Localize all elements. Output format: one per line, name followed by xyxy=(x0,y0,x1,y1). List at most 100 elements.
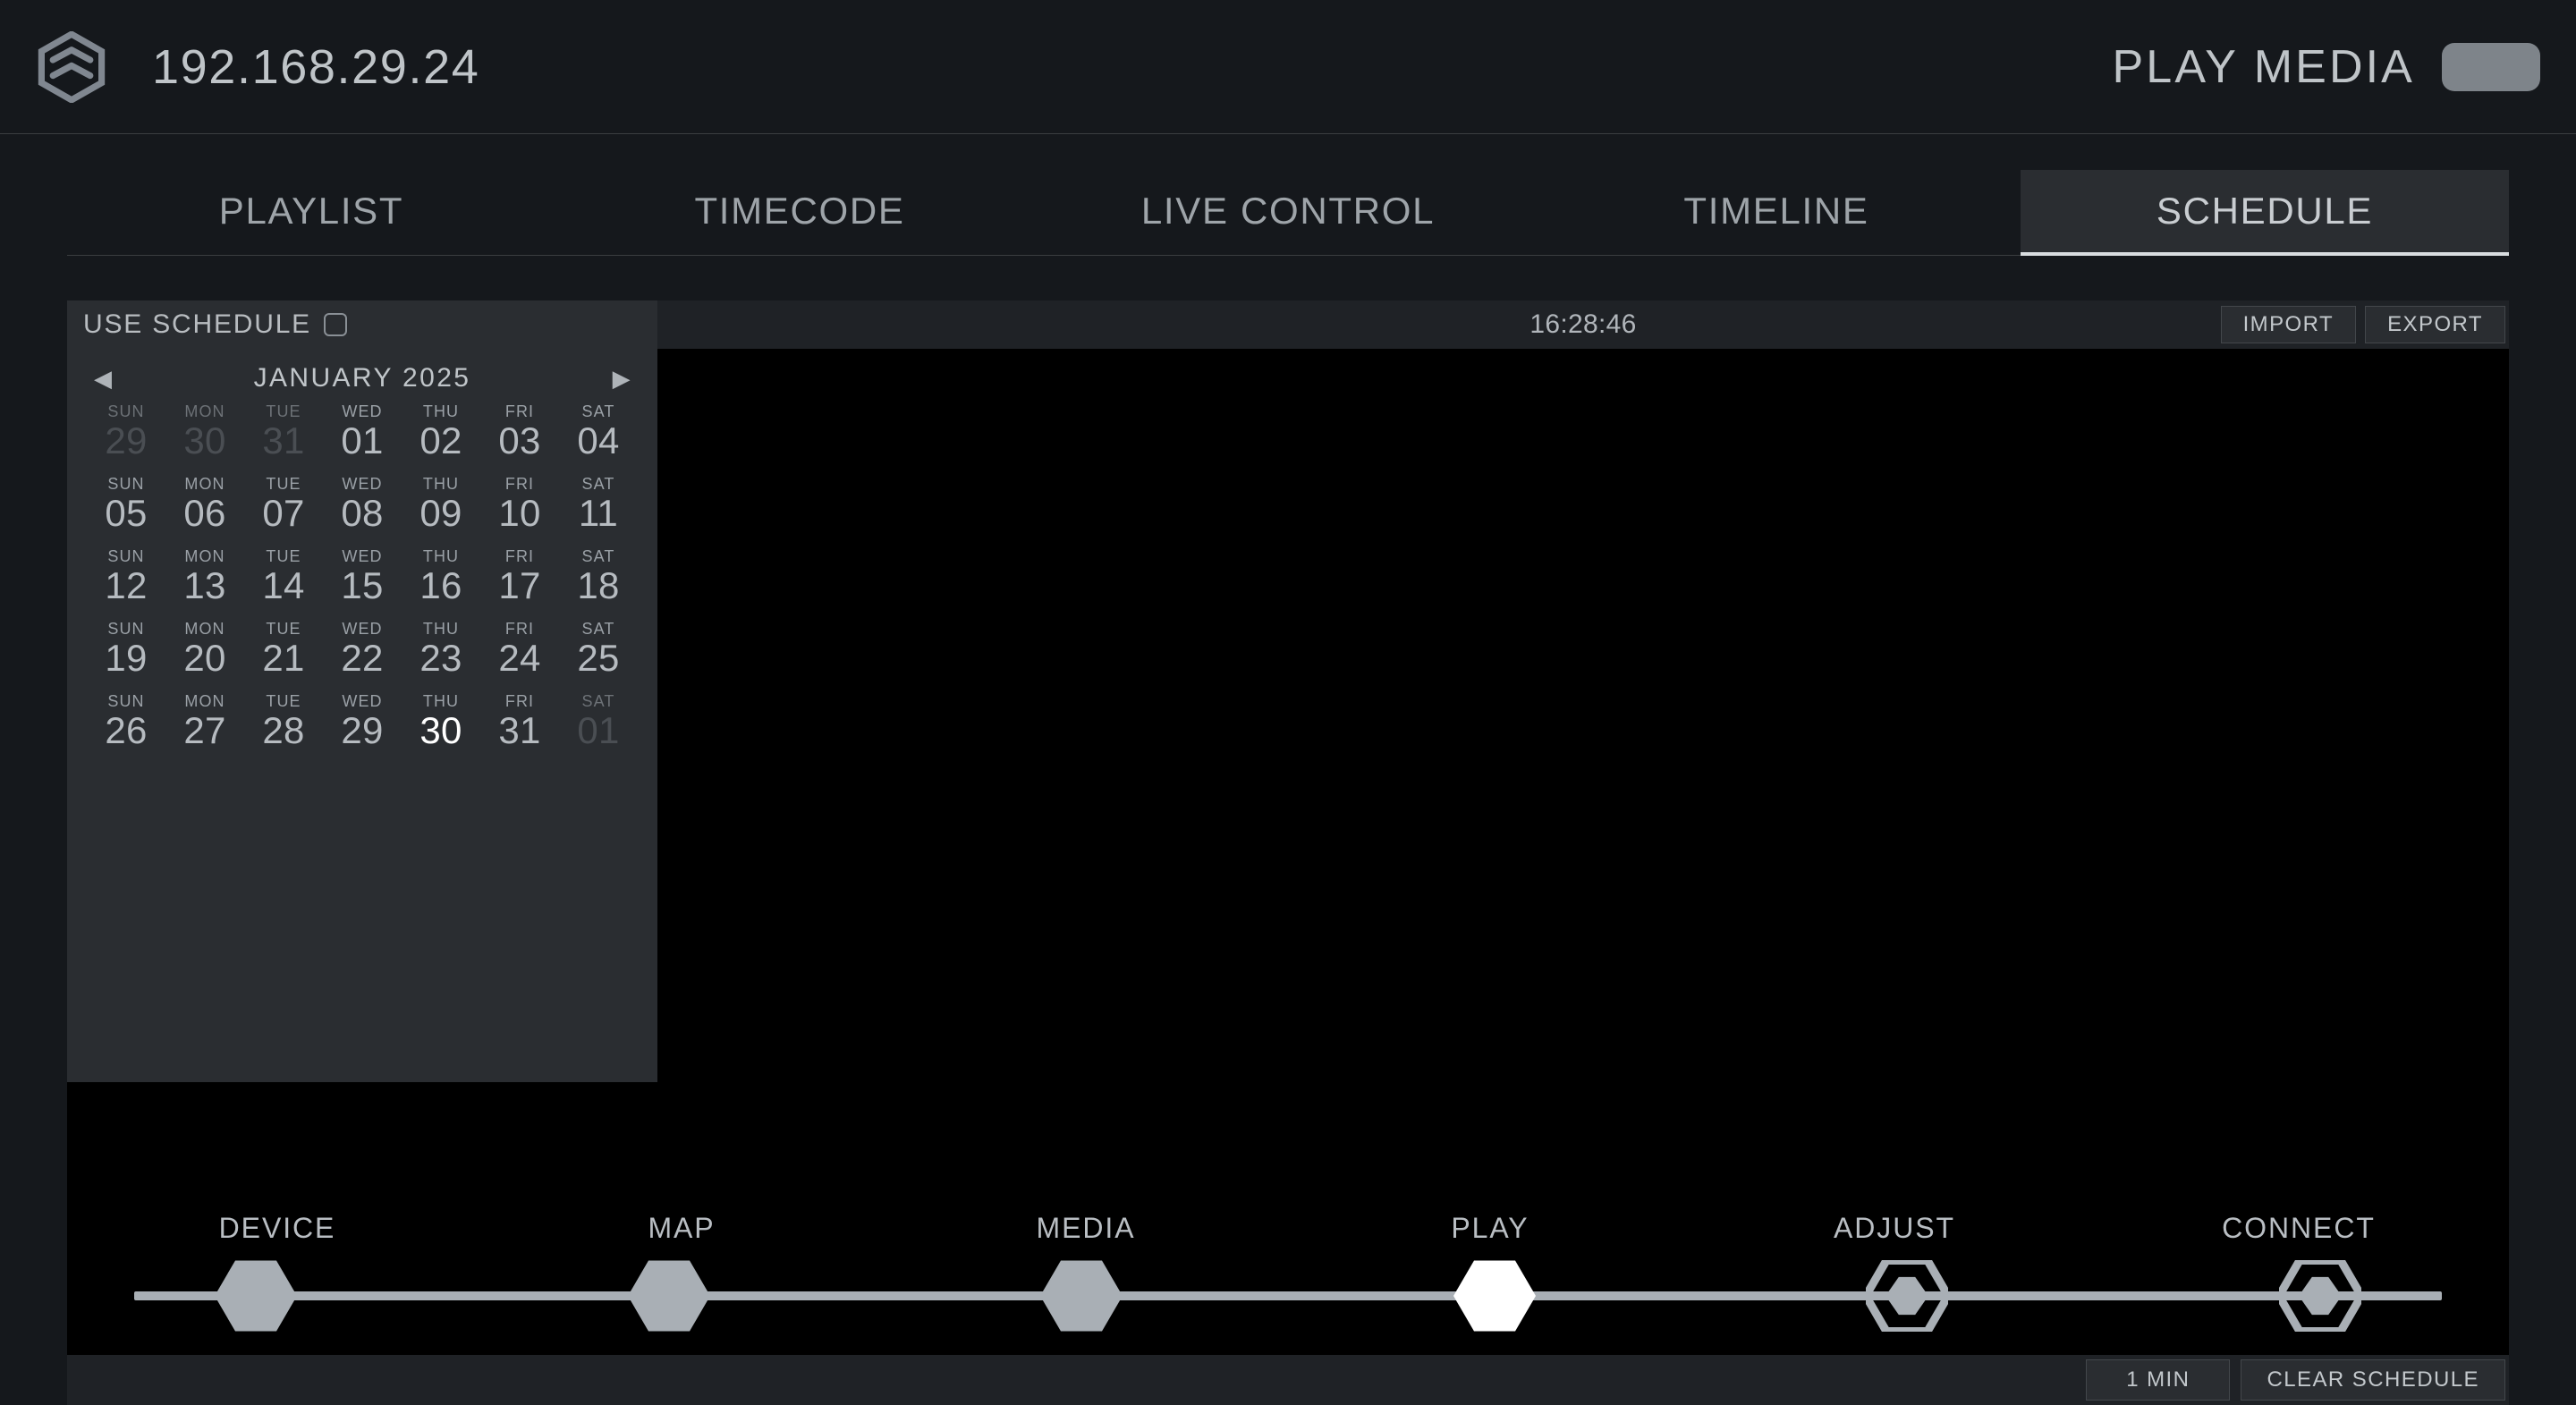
calendar-dow-label: THU xyxy=(402,475,480,494)
calendar-day-number: 16 xyxy=(402,566,480,605)
calendar-day-number: 30 xyxy=(165,421,244,461)
calendar-day-number: 31 xyxy=(480,711,559,750)
calendar-dow-label: SUN xyxy=(87,547,165,566)
calendar-day[interactable]: MON06 xyxy=(165,475,244,533)
tab-schedule[interactable]: SCHEDULE xyxy=(2021,170,2509,256)
calendar-day-number: 30 xyxy=(402,711,480,750)
status-indicator[interactable] xyxy=(2442,43,2540,91)
calendar-day-number: 25 xyxy=(559,639,638,678)
calendar-day-number: 14 xyxy=(244,566,323,605)
calendar-day[interactable]: SUN19 xyxy=(87,620,165,678)
calendar-day[interactable]: SAT01 xyxy=(559,692,638,750)
calendar-day[interactable]: WED22 xyxy=(323,620,402,678)
calendar-day[interactable]: WED01 xyxy=(323,402,402,461)
calendar-day-number: 31 xyxy=(244,421,323,461)
calendar-day[interactable]: SUN05 xyxy=(87,475,165,533)
calendar-day[interactable]: FRI10 xyxy=(480,475,559,533)
calendar-day[interactable]: TUE28 xyxy=(244,692,323,750)
schedule-canvas[interactable] xyxy=(657,349,2509,1082)
step-node-connect[interactable] xyxy=(2279,1260,2361,1332)
calendar-day[interactable]: WED08 xyxy=(323,475,402,533)
calendar-day[interactable]: MON13 xyxy=(165,547,244,605)
step-label-connect: CONNECT xyxy=(2174,1212,2424,1245)
page-title: PLAY MEDIA xyxy=(2112,40,2415,94)
calendar-day[interactable]: SAT18 xyxy=(559,547,638,605)
workflow-stepper: DEVICEMAPMEDIAPLAYADJUSTCONNECT xyxy=(0,1212,2576,1336)
calendar-dow-label: MON xyxy=(165,620,244,639)
use-schedule-toggle[interactable]: USE SCHEDULE xyxy=(67,300,657,349)
step-label-device: DEVICE xyxy=(152,1212,402,1245)
calendar-day[interactable]: SAT11 xyxy=(559,475,638,533)
step-node-adjust[interactable] xyxy=(1866,1260,1948,1332)
calendar-dow-label: TUE xyxy=(244,475,323,494)
calendar-day[interactable]: WED15 xyxy=(323,547,402,605)
calendar-day[interactable]: SAT25 xyxy=(559,620,638,678)
tab-playlist[interactable]: PLAYLIST xyxy=(67,170,555,255)
calendar-day[interactable]: TUE07 xyxy=(244,475,323,533)
calendar-day[interactable]: MON30 xyxy=(165,402,244,461)
step-label-play: PLAY xyxy=(1365,1212,1615,1245)
calendar-day[interactable]: FRI31 xyxy=(480,692,559,750)
calendar-header: ◀ JANUARY 2025 ▶ xyxy=(67,349,657,402)
import-button[interactable]: IMPORT xyxy=(2221,306,2357,343)
step-label-media: MEDIA xyxy=(961,1212,1211,1245)
calendar-day[interactable]: FRI03 xyxy=(480,402,559,461)
calendar-dow-label: FRI xyxy=(480,620,559,639)
calendar-day[interactable]: SUN26 xyxy=(87,692,165,750)
calendar-prev-icon[interactable]: ◀ xyxy=(94,365,112,393)
io-buttons: IMPORT EXPORT xyxy=(2221,306,2509,343)
calendar-dow-label: SAT xyxy=(559,475,638,494)
calendar-day-number: 07 xyxy=(244,494,323,533)
calendar-dow-label: SAT xyxy=(559,547,638,566)
calendar-day[interactable]: FRI17 xyxy=(480,547,559,605)
calendar-dow-label: MON xyxy=(165,547,244,566)
schedule-top-row: USE SCHEDULE 16:28:46 IMPORT EXPORT xyxy=(67,300,2509,349)
step-label-adjust: ADJUST xyxy=(1769,1212,2020,1245)
calendar-day[interactable]: WED29 xyxy=(323,692,402,750)
calendar-day[interactable]: THU09 xyxy=(402,475,480,533)
step-node-play[interactable] xyxy=(1453,1260,1536,1332)
calendar-day[interactable]: THU02 xyxy=(402,402,480,461)
calendar-month-label: JANUARY 2025 xyxy=(254,363,471,394)
calendar-dow-label: TUE xyxy=(244,547,323,566)
calendar-dow-label: THU xyxy=(402,620,480,639)
step-node-device[interactable] xyxy=(215,1260,297,1332)
calendar-day[interactable]: SUN29 xyxy=(87,402,165,461)
schedule-bottom-bar: 1 MIN CLEAR SCHEDULE xyxy=(67,1355,2509,1405)
calendar-day[interactable]: THU16 xyxy=(402,547,480,605)
calendar-day[interactable]: SAT04 xyxy=(559,402,638,461)
calendar-day[interactable]: SUN12 xyxy=(87,547,165,605)
calendar-day-number: 12 xyxy=(87,566,165,605)
tab-livecontrol[interactable]: LIVE CONTROL xyxy=(1044,170,1532,255)
calendar-dow-label: FRI xyxy=(480,692,559,711)
calendar-dow-label: THU xyxy=(402,547,480,566)
calendar-day[interactable]: FRI24 xyxy=(480,620,559,678)
calendar-day[interactable]: TUE31 xyxy=(244,402,323,461)
calendar-day-number: 26 xyxy=(87,711,165,750)
calendar-day[interactable]: MON27 xyxy=(165,692,244,750)
tab-timeline[interactable]: TIMELINE xyxy=(1532,170,2021,255)
calendar-day[interactable]: THU30 xyxy=(402,692,480,750)
calendar-day-number: 11 xyxy=(559,494,638,533)
calendar-day[interactable]: MON20 xyxy=(165,620,244,678)
calendar-day-number: 04 xyxy=(559,421,638,461)
step-node-map[interactable] xyxy=(628,1260,710,1332)
export-button[interactable]: EXPORT xyxy=(2365,306,2505,343)
calendar-day-number: 24 xyxy=(480,639,559,678)
calendar: ◀ JANUARY 2025 ▶ SUN29MON30TUE31WED01THU… xyxy=(67,349,657,1082)
calendar-day-number: 18 xyxy=(559,566,638,605)
use-schedule-checkbox[interactable] xyxy=(324,313,347,336)
tab-timecode[interactable]: TIMECODE xyxy=(555,170,1044,255)
calendar-dow-label: WED xyxy=(323,475,402,494)
calendar-next-icon[interactable]: ▶ xyxy=(613,365,631,393)
calendar-dow-label: THU xyxy=(402,402,480,421)
calendar-day-number: 06 xyxy=(165,494,244,533)
calendar-day[interactable]: TUE21 xyxy=(244,620,323,678)
calendar-day[interactable]: TUE14 xyxy=(244,547,323,605)
step-node-media[interactable] xyxy=(1040,1260,1123,1332)
calendar-dow-label: SAT xyxy=(559,620,638,639)
calendar-day[interactable]: THU23 xyxy=(402,620,480,678)
zoom-button[interactable]: 1 MIN xyxy=(2086,1359,2230,1401)
calendar-day-number: 20 xyxy=(165,639,244,678)
clear-schedule-button[interactable]: CLEAR SCHEDULE xyxy=(2241,1359,2505,1401)
